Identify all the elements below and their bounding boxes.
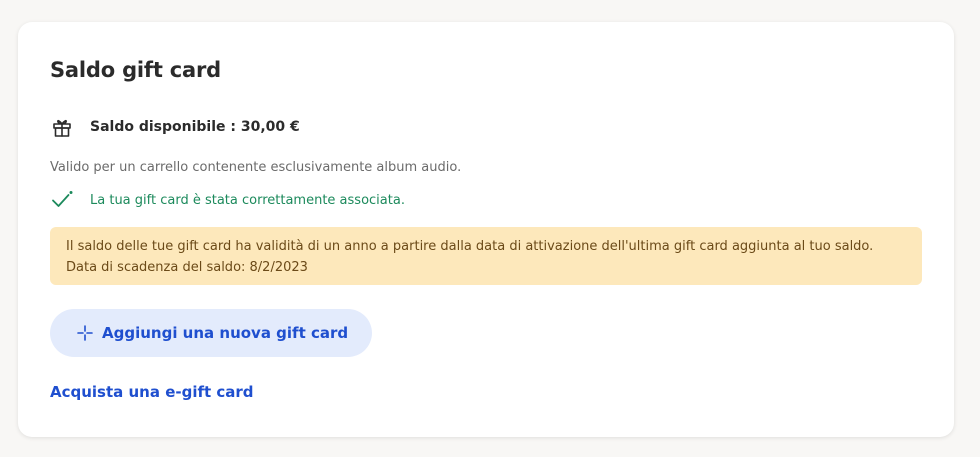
gift-card-balance-panel: Saldo gift card Saldo disponibile : 30,0… xyxy=(18,22,954,437)
add-gift-card-label: Aggiungi una nuova gift card xyxy=(102,324,349,342)
expiry-date-text: Data di scadenza del saldo: 8/2/2023 xyxy=(66,260,308,275)
validity-note: Valido per un carrello contenente esclus… xyxy=(50,160,462,175)
balance-row: Saldo disponibile : 30,00 € xyxy=(50,115,300,139)
notice-text: Il saldo delle tue gift card ha validità… xyxy=(66,239,874,254)
check-icon xyxy=(50,188,74,212)
add-gift-card-button[interactable]: Aggiungi una nuova gift card xyxy=(50,309,373,357)
plus-icon xyxy=(76,324,94,342)
balance-available: Saldo disponibile : 30,00 € xyxy=(90,119,300,135)
expiry-notice: Il saldo delle tue gift card ha validità… xyxy=(50,227,922,285)
gift-icon xyxy=(50,115,74,139)
page-title: Saldo gift card xyxy=(50,58,221,82)
success-message: La tua gift card è stata correttamente a… xyxy=(50,188,405,212)
buy-egift-card-link[interactable]: Acquista una e-gift card xyxy=(50,383,254,401)
success-text: La tua gift card è stata correttamente a… xyxy=(90,192,405,208)
